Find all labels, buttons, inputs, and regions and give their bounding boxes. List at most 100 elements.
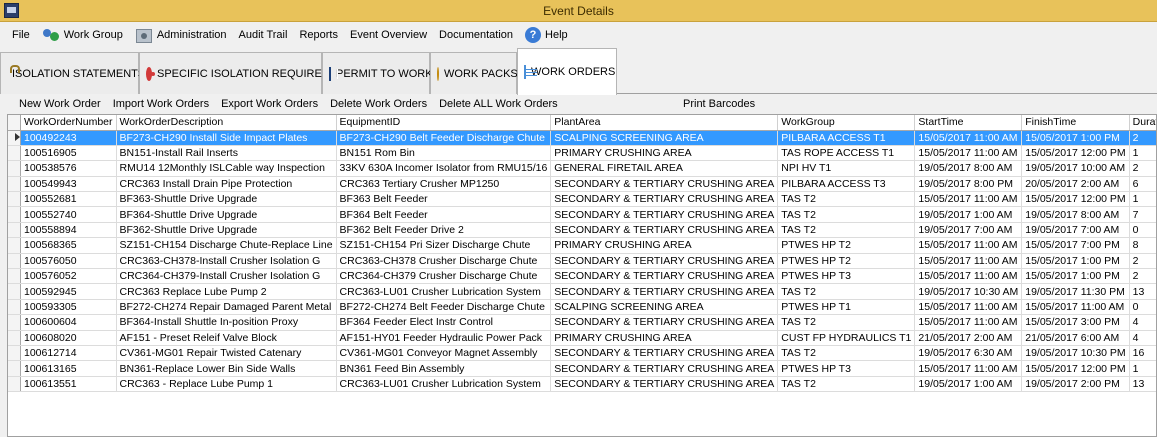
- table-row[interactable]: 100552681 BF363-Shuttle Drive Upgrade BF36…: [8, 191, 1156, 208]
- cell-work-order-description[interactable]: BF364-Shuttle Drive Upgrade: [116, 206, 337, 223]
- cell-work-group[interactable]: PTWES HP T2: [777, 237, 916, 254]
- row-header[interactable]: [8, 191, 21, 208]
- cell-work-order-description[interactable]: BN151-Install Rail Inserts: [116, 145, 337, 162]
- table-row[interactable]: 100576052 CRC364-CH379-Install Crusher Is…: [8, 268, 1156, 285]
- cell-work-order-number[interactable]: 100576052: [20, 268, 117, 285]
- column-header-duration[interactable]: Duration: [1129, 115, 1156, 131]
- cell-work-order-description[interactable]: RMU14 12Monthly ISLCable way Inspection: [116, 160, 337, 177]
- cell-equipment-id[interactable]: CRC363-LU01 Crusher Lubrication System: [336, 283, 552, 300]
- cell-work-order-number[interactable]: 100568365: [20, 237, 117, 254]
- table-row[interactable]: 100576050 CRC363-CH378-Install Crusher Is…: [8, 253, 1156, 270]
- row-header[interactable]: [8, 130, 21, 146]
- cell-start-time[interactable]: 15/05/2017 11:00 AM: [914, 237, 1023, 254]
- cell-duration[interactable]: 2: [1129, 268, 1156, 285]
- cell-work-order-number[interactable]: 100549943: [20, 176, 117, 193]
- cell-plant-area[interactable]: PRIMARY CRUSHING AREA: [550, 330, 779, 346]
- cell-finish-time[interactable]: 15/05/2017 1:00 PM: [1021, 268, 1130, 285]
- tab-permit-to-work[interactable]: PERMIT TO WORK: [322, 52, 433, 94]
- cell-duration[interactable]: 13: [1129, 283, 1156, 300]
- cell-work-order-number[interactable]: 100613165: [20, 360, 117, 377]
- column-header-work-order-number[interactable]: WorkOrderNumber: [20, 115, 117, 131]
- cell-finish-time[interactable]: 19/05/2017 8:00 AM: [1021, 206, 1130, 223]
- cell-start-time[interactable]: 15/05/2017 11:00 AM: [914, 268, 1023, 285]
- cell-start-time[interactable]: 19/05/2017 1:00 AM: [914, 206, 1023, 223]
- cell-work-group[interactable]: TAS T2: [777, 314, 916, 331]
- tab-work-orders[interactable]: WORK ORDERS: [517, 48, 617, 95]
- cell-work-group[interactable]: CUST FP HYDRAULICS T1: [777, 330, 916, 346]
- cell-finish-time[interactable]: 21/05/2017 6:00 AM: [1021, 330, 1130, 346]
- cell-plant-area[interactable]: SECONDARY & TERTIARY CRUSHING AREA: [550, 376, 779, 393]
- row-header[interactable]: [8, 345, 21, 362]
- cell-plant-area[interactable]: SECONDARY & TERTIARY CRUSHING AREA: [550, 176, 779, 193]
- table-row[interactable]: 100516905 BN151-Install Rail Inserts BN151…: [8, 145, 1156, 162]
- cell-plant-area[interactable]: SECONDARY & TERTIARY CRUSHING AREA: [550, 283, 779, 300]
- import-work-orders-button[interactable]: Import Work Orders: [107, 95, 215, 113]
- cell-work-order-number[interactable]: 100576050: [20, 253, 117, 270]
- tab-isolation-statements[interactable]: ISOLATION STATEMENTS: [0, 52, 145, 94]
- cell-start-time[interactable]: 19/05/2017 1:00 AM: [914, 376, 1023, 393]
- row-header[interactable]: [8, 268, 21, 285]
- cell-work-order-description[interactable]: BF362-Shuttle Drive Upgrade: [116, 222, 337, 239]
- cell-equipment-id[interactable]: BF272-CH274 Belt Feeder Discharge Chute: [336, 299, 552, 316]
- menu-audit-trail[interactable]: Audit Trail: [233, 25, 294, 45]
- cell-work-group[interactable]: TAS T2: [777, 283, 916, 300]
- cell-equipment-id[interactable]: CRC363-LU01 Crusher Lubrication System: [336, 376, 552, 393]
- cell-work-order-description[interactable]: SZ151-CH154 Discharge Chute-Replace Line: [116, 237, 337, 254]
- cell-finish-time[interactable]: 19/05/2017 10:00 AM: [1021, 160, 1130, 177]
- cell-work-order-description[interactable]: BF273-CH290 Install Side Impact Plates: [116, 130, 337, 146]
- cell-duration[interactable]: 1: [1129, 360, 1156, 377]
- cell-finish-time[interactable]: 15/05/2017 3:00 PM: [1021, 314, 1130, 331]
- cell-work-order-description[interactable]: BF363-Shuttle Drive Upgrade: [116, 191, 337, 208]
- cell-work-group[interactable]: PTWES HP T3: [777, 268, 916, 285]
- cell-duration[interactable]: 8: [1129, 237, 1156, 254]
- cell-finish-time[interactable]: 15/05/2017 1:00 PM: [1021, 130, 1130, 146]
- cell-work-group[interactable]: TAS T2: [777, 376, 916, 393]
- row-header[interactable]: [8, 376, 21, 393]
- cell-work-order-description[interactable]: CV361-MG01 Repair Twisted Catenary: [116, 345, 337, 362]
- cell-finish-time[interactable]: 20/05/2017 2:00 AM: [1021, 176, 1130, 193]
- cell-finish-time[interactable]: 19/05/2017 11:30 PM: [1021, 283, 1130, 300]
- menu-file[interactable]: File: [6, 25, 36, 45]
- cell-duration[interactable]: 1: [1129, 191, 1156, 208]
- row-header[interactable]: [8, 237, 21, 254]
- cell-duration[interactable]: 2: [1129, 130, 1156, 146]
- cell-start-time[interactable]: 15/05/2017 11:00 AM: [914, 253, 1023, 270]
- column-header-start-time[interactable]: StartTime: [914, 115, 1023, 131]
- cell-start-time[interactable]: 15/05/2017 11:00 AM: [914, 130, 1023, 146]
- cell-equipment-id[interactable]: BF273-CH290 Belt Feeder Discharge Chute: [336, 130, 552, 146]
- delete-all-work-orders-button[interactable]: Delete ALL Work Orders: [433, 95, 564, 113]
- cell-finish-time[interactable]: 15/05/2017 7:00 PM: [1021, 237, 1130, 254]
- delete-work-orders-button[interactable]: Delete Work Orders: [324, 95, 433, 113]
- cell-work-group[interactable]: NPI HV T1: [777, 160, 916, 177]
- cell-start-time[interactable]: 19/05/2017 10:30 AM: [914, 283, 1023, 300]
- cell-work-group[interactable]: PTWES HP T1: [777, 299, 916, 316]
- cell-plant-area[interactable]: PRIMARY CRUSHING AREA: [550, 237, 779, 254]
- column-header-plant-area[interactable]: PlantArea: [550, 115, 779, 131]
- cell-start-time[interactable]: 19/05/2017 8:00 PM: [914, 176, 1023, 193]
- cell-start-time[interactable]: 19/05/2017 7:00 AM: [914, 222, 1023, 239]
- cell-duration[interactable]: 16: [1129, 345, 1156, 362]
- table-row[interactable]: 100558894 BF362-Shuttle Drive Upgrade BF36…: [8, 222, 1156, 239]
- cell-equipment-id[interactable]: BF362 Belt Feeder Drive 2: [336, 222, 552, 239]
- cell-work-order-number[interactable]: 100613551: [20, 376, 117, 393]
- cell-start-time[interactable]: 15/05/2017 11:00 AM: [914, 360, 1023, 377]
- menu-event-overview[interactable]: Event Overview: [344, 25, 433, 45]
- export-work-orders-button[interactable]: Export Work Orders: [215, 95, 324, 113]
- row-header[interactable]: [8, 360, 21, 377]
- cell-work-order-number[interactable]: 100492243: [20, 130, 117, 146]
- cell-plant-area[interactable]: SECONDARY & TERTIARY CRUSHING AREA: [550, 253, 779, 270]
- cell-equipment-id[interactable]: BN361 Feed Bin Assembly: [336, 360, 552, 377]
- cell-work-order-number[interactable]: 100608020: [20, 330, 117, 346]
- menu-reports[interactable]: Reports: [293, 25, 344, 45]
- cell-work-order-description[interactable]: CRC363 - Replace Lube Pump 1: [116, 376, 337, 393]
- menu-administration[interactable]: Administration: [129, 25, 233, 45]
- cell-work-group[interactable]: TAS T2: [777, 345, 916, 362]
- cell-plant-area[interactable]: SECONDARY & TERTIARY CRUSHING AREA: [550, 268, 779, 285]
- cell-work-order-description[interactable]: AF151 - Preset Releif Valve Block: [116, 330, 337, 346]
- cell-duration[interactable]: 2: [1129, 253, 1156, 270]
- table-row[interactable]: 100592945 CRC363 Replace Lube Pump 2 CRC36…: [8, 283, 1156, 300]
- cell-plant-area[interactable]: SECONDARY & TERTIARY CRUSHING AREA: [550, 206, 779, 223]
- cell-work-order-number[interactable]: 100516905: [20, 145, 117, 162]
- cell-work-order-number[interactable]: 100600604: [20, 314, 117, 331]
- cell-equipment-id[interactable]: BN151 Rom Bin: [336, 145, 552, 162]
